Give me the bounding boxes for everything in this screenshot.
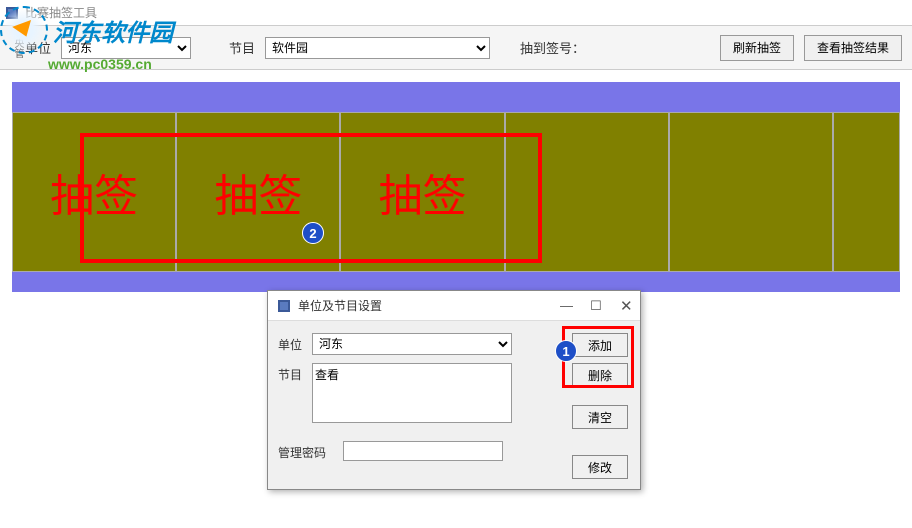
refresh-button[interactable]: 刷新抽签 bbox=[720, 35, 794, 61]
lottery-cell-5[interactable] bbox=[669, 112, 833, 272]
modify-button[interactable]: 修改 bbox=[572, 455, 628, 479]
main-title: 比赛抽签工具 bbox=[25, 4, 97, 21]
unit-select[interactable]: 河东 bbox=[61, 37, 191, 59]
dialog-title: 单位及节目设置 bbox=[298, 297, 382, 314]
minimize-icon[interactable]: — bbox=[560, 298, 572, 313]
dialog-side-buttons: 添加 删除 清空 修改 bbox=[572, 333, 628, 479]
lottery-cell-2[interactable]: 抽签 bbox=[176, 112, 340, 272]
unit-label: 单位 bbox=[25, 38, 51, 57]
close-icon[interactable]: ✕ bbox=[620, 297, 632, 315]
dialog-unit-select[interactable]: 河东 bbox=[312, 333, 512, 355]
toolbar-edge-label: 央管 bbox=[10, 38, 15, 58]
dialog-password-label: 管理密码 bbox=[278, 441, 338, 461]
lottery-cell-4[interactable] bbox=[505, 112, 669, 272]
dialog-program-textarea[interactable] bbox=[312, 363, 512, 423]
dialog-titlebar[interactable]: 单位及节目设置 — ☐ ✕ bbox=[268, 291, 640, 321]
clear-button[interactable]: 清空 bbox=[572, 405, 628, 429]
program-select[interactable]: 软件园 bbox=[265, 37, 490, 59]
dialog-program-label: 节目 bbox=[278, 363, 312, 383]
delete-button[interactable]: 删除 bbox=[572, 363, 628, 387]
purple-frame: 抽签 抽签 抽签 bbox=[12, 82, 900, 292]
annotation-marker-1: 1 bbox=[555, 340, 577, 362]
lottery-cell-1[interactable]: 抽签 bbox=[12, 112, 176, 272]
dialog-unit-label: 单位 bbox=[278, 333, 312, 353]
toolbar: 央管 单位 河东 节目 软件园 抽到签号： 刷新抽签 查看抽签结果 bbox=[0, 26, 912, 70]
lottery-cell-6[interactable] bbox=[833, 112, 900, 272]
main-titlebar: 比赛抽签工具 bbox=[0, 0, 912, 26]
maximize-icon[interactable]: ☐ bbox=[590, 298, 602, 314]
main-window: 比赛抽签工具 河东软件园 www.pc0359.cn 央管 单位 河东 节目 软… bbox=[0, 0, 912, 528]
lottery-cell-3[interactable]: 抽签 bbox=[340, 112, 504, 272]
settings-dialog: 单位及节目设置 — ☐ ✕ 单位 河东 节目 管理密码 bbox=[267, 290, 641, 490]
add-button[interactable]: 添加 bbox=[572, 333, 628, 357]
drawn-label: 抽到签号： bbox=[520, 38, 585, 57]
annotation-marker-2: 2 bbox=[302, 222, 324, 244]
lottery-table: 抽签 抽签 抽签 bbox=[12, 112, 900, 272]
app-icon bbox=[4, 5, 20, 21]
dialog-password-input[interactable] bbox=[343, 441, 503, 461]
view-result-button[interactable]: 查看抽签结果 bbox=[804, 35, 902, 61]
program-label: 节目 bbox=[229, 38, 255, 57]
dialog-icon bbox=[276, 298, 292, 314]
